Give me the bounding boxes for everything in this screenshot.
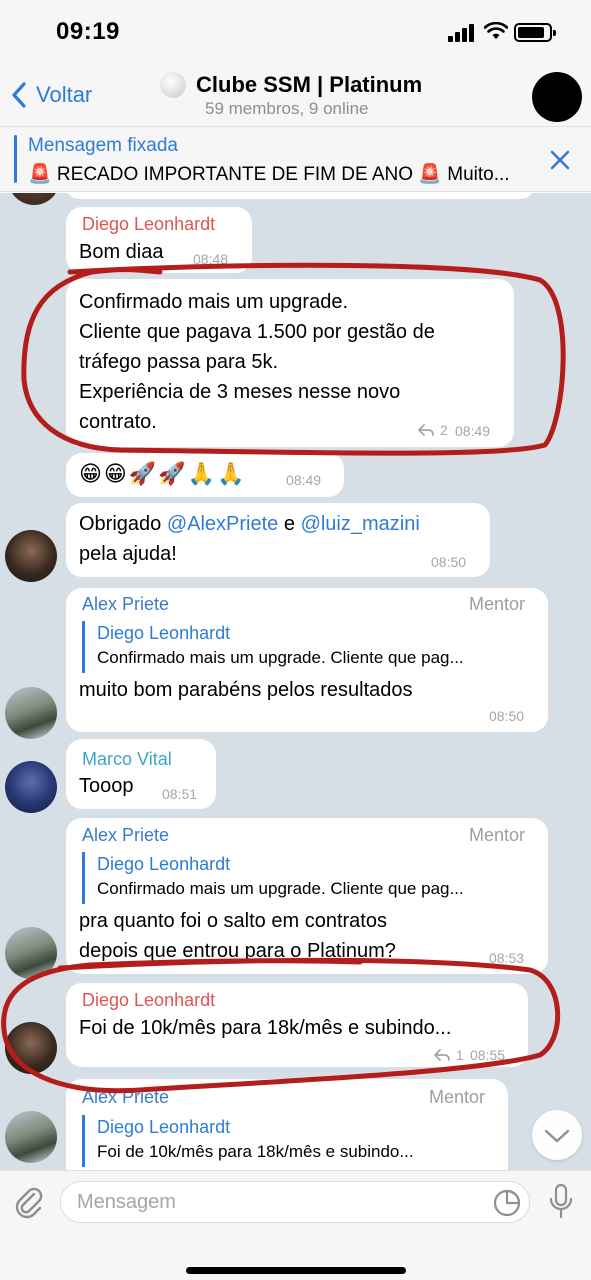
reply-count[interactable]: 1 <box>434 1047 464 1063</box>
member-role: Mentor <box>469 594 526 614</box>
avatar[interactable] <box>5 1022 57 1074</box>
pinned-text: 🚨 RECADO IMPORTANTE DE FIM DE ANO 🚨 Muit… <box>28 164 510 185</box>
message-line: tráfego passa para 5k. <box>79 351 279 373</box>
message-time: 08:53 <box>489 950 525 966</box>
message-emoji: 😁😁🚀🚀🙏🙏 <box>79 461 247 486</box>
status-time: 09:19 <box>56 18 120 45</box>
status-bar: 09:19 <box>0 0 591 64</box>
chat-title-text: Clube SSM | Platinum <box>196 72 423 97</box>
message-sender: Alex Priete <box>82 1087 170 1107</box>
message-line: Cliente que pagava 1.500 por gestão de <box>79 321 435 343</box>
chat-header: Voltar Clube SSM | Platinum 59 membros, … <box>0 64 591 126</box>
message-line: Experiência de 3 meses nesse novo <box>79 381 401 403</box>
mention-link[interactable]: @luiz_mazini <box>301 513 420 535</box>
chat-title-area[interactable]: Clube SSM | Platinum 59 membros, 9 onlin… <box>160 72 450 119</box>
microphone-icon[interactable] <box>548 1183 574 1221</box>
member-role: Mentor <box>469 825 526 845</box>
message-time: 08:55 <box>470 1047 506 1063</box>
message-line: Confirmado mais um upgrade. <box>79 291 349 313</box>
message-input[interactable] <box>60 1181 530 1223</box>
message-text: pela ajuda! <box>79 543 177 565</box>
home-indicator <box>186 1267 406 1274</box>
quoted-text: Confirmado mais um upgrade. Cliente que … <box>97 879 464 898</box>
avatar[interactable] <box>5 687 57 739</box>
message-time: 08:50 <box>431 554 467 570</box>
chat-title: Clube SSM | Platinum <box>160 72 450 98</box>
message-text: muito bom parabéns pelos resultados <box>79 679 413 701</box>
message-time: 08:51 <box>162 786 198 802</box>
chevron-down-icon <box>544 1129 570 1143</box>
member-role: Mentor <box>429 1087 486 1107</box>
chevron-left-icon <box>12 82 26 108</box>
message-sender: Diego Leonhardt <box>82 214 216 234</box>
message-text: Tooop <box>79 775 134 797</box>
message-text: Foi de 10k/mês para 18k/mês e subindo... <box>79 1017 452 1039</box>
quoted-sender: Diego Leonhardt <box>97 623 231 643</box>
sticker-icon[interactable] <box>492 1188 522 1218</box>
message-bubble <box>66 193 534 199</box>
pinned-label: Mensagem fixada <box>28 135 178 156</box>
message-sender: Alex Priete <box>82 594 170 614</box>
pinned-indicator <box>14 135 17 183</box>
avatar[interactable] <box>5 530 57 582</box>
quoted-sender: Diego Leonhardt <box>97 1117 231 1137</box>
message-line: depois que entrou para o Platinum? <box>79 940 396 962</box>
quoted-text: Confirmado mais um upgrade. Cliente que … <box>97 648 464 667</box>
reply-count[interactable]: 2 <box>418 422 448 438</box>
chat-area[interactable]: Diego Leonhardt Bom diaa 08:48 Confirmad… <box>0 193 591 1170</box>
avatar[interactable] <box>5 761 57 813</box>
reply-arrow-icon <box>418 424 434 436</box>
quoted-text: Foi de 10k/mês para 18k/mês e subindo... <box>97 1142 414 1161</box>
cellular-signal-icon <box>448 24 476 42</box>
quoted-sender: Diego Leonhardt <box>97 854 231 874</box>
message-sender: Diego Leonhardt <box>82 990 216 1010</box>
scroll-to-bottom-button[interactable] <box>532 1110 582 1160</box>
avatar[interactable] <box>5 1111 57 1163</box>
avatar <box>8 193 60 205</box>
message-composer <box>0 1170 591 1280</box>
mention-link[interactable]: @AlexPriete <box>167 513 278 535</box>
battery-icon <box>514 23 556 42</box>
message-sender: Alex Priete <box>82 825 170 845</box>
message-line: contrato. <box>79 411 157 433</box>
chat-subtitle: 59 membros, 9 online <box>205 99 369 118</box>
message-text: Obrigado @AlexPriete e @luiz_mazini <box>79 513 420 535</box>
wifi-icon <box>484 22 508 39</box>
pinned-message[interactable]: Mensagem fixada 🚨 RECADO IMPORTANTE DE F… <box>0 126 591 192</box>
back-button[interactable]: Voltar <box>10 80 92 110</box>
group-emoji-icon <box>160 72 186 98</box>
message-time: 08:48 <box>193 251 229 267</box>
reply-arrow-icon <box>434 1049 450 1061</box>
quoted-reply[interactable]: Diego Leonhardt Confirmado mais um upgra… <box>82 621 534 673</box>
close-icon[interactable] <box>548 148 572 172</box>
message-time: 08:49 <box>455 423 491 439</box>
message-text: Bom diaa <box>79 241 164 263</box>
message-sender: Marco Vital <box>82 749 172 769</box>
quoted-reply[interactable]: Diego Leonhardt Confirmado mais um upgra… <box>82 852 534 904</box>
paperclip-icon[interactable] <box>12 1185 46 1219</box>
message-time: 08:49 <box>286 472 322 488</box>
back-label: Voltar <box>36 82 93 107</box>
message-time: 08:50 <box>489 708 525 724</box>
group-avatar[interactable] <box>532 72 582 122</box>
avatar[interactable] <box>5 927 57 979</box>
quoted-reply[interactable]: Diego Leonhardt Foi de 10k/mês para 18k/… <box>82 1115 494 1167</box>
message-line: pra quanto foi o salto em contratos <box>79 910 387 932</box>
